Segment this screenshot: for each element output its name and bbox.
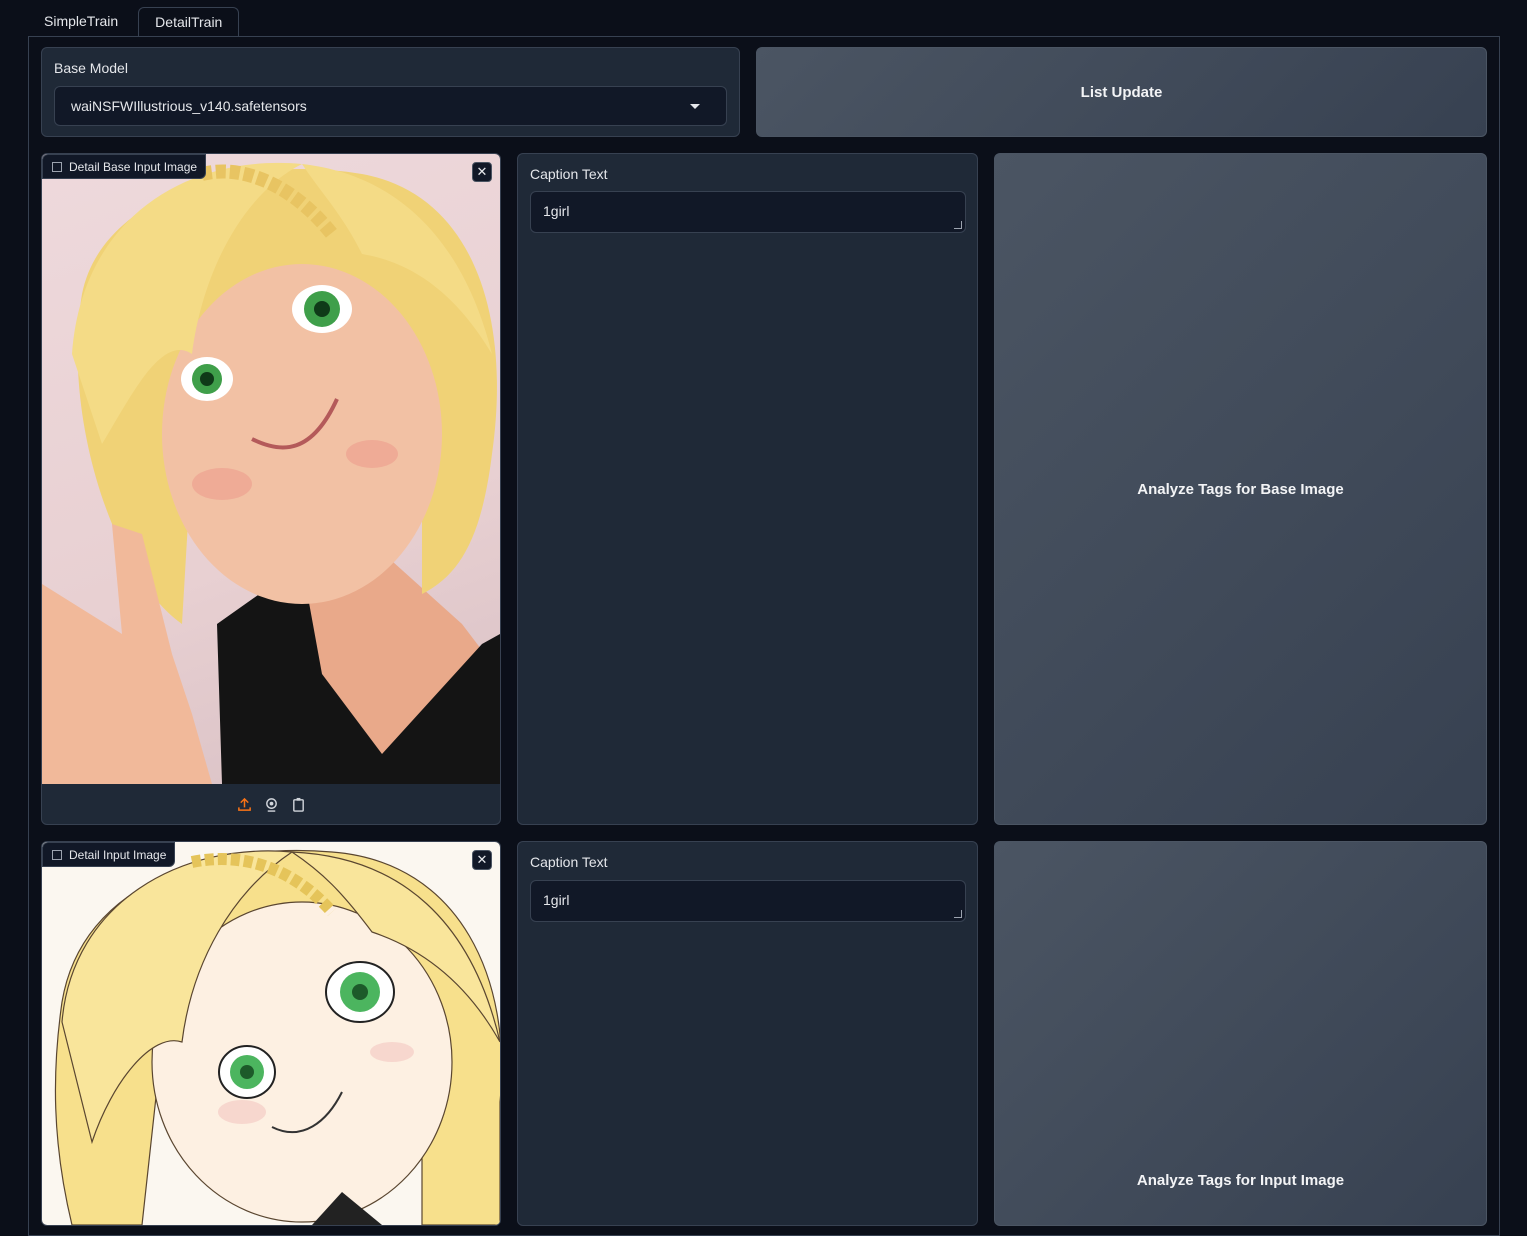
base-image-toolbar <box>42 784 500 824</box>
clipboard-icon[interactable] <box>291 797 306 812</box>
upload-icon[interactable] <box>237 797 252 812</box>
base-model-dropdown[interactable]: waiNSFWIllustrious_v140.safetensors <box>54 86 727 126</box>
resize-handle-icon[interactable] <box>954 221 962 229</box>
webcam-icon[interactable] <box>264 797 279 812</box>
input-caption-textarea[interactable]: 1girl <box>530 880 966 922</box>
base-image-close-button[interactable]: ✕ <box>472 162 492 182</box>
base-model-label: Base Model <box>54 60 128 76</box>
image-icon <box>52 162 62 172</box>
input-image-label: Detail Input Image <box>42 842 176 867</box>
analyze-input-image-label: Analyze Tags for Input Image <box>1136 1172 1345 1189</box>
chevron-down-icon <box>690 104 700 109</box>
resize-handle-icon[interactable] <box>954 910 962 918</box>
anime-girl-illustration <box>42 162 500 784</box>
base-model-value: waiNSFWIllustrious_v140.safetensors <box>71 98 307 114</box>
input-image-close-button[interactable]: ✕ <box>472 850 492 870</box>
anime-girl-sketch-illustration <box>54 849 500 1225</box>
base-image-label: Detail Base Input Image <box>42 154 207 179</box>
image-icon <box>52 850 62 860</box>
tab-simpletrain[interactable]: SimpleTrain <box>28 7 134 36</box>
base-image-preview <box>42 154 500 784</box>
input-image-preview <box>42 842 500 1225</box>
analyze-input-image-button[interactable]: Analyze Tags for Input Image <box>994 841 1487 1226</box>
tab-detailtrain[interactable]: DetailTrain <box>138 7 240 37</box>
input-caption-block: Caption Text 1girl <box>517 841 978 1226</box>
input-caption-value: 1girl <box>543 892 570 908</box>
input-image-block: Detail Input Image ✕ <box>41 841 501 1226</box>
base-model-block: Base Model waiNSFWIllustrious_v140.safet… <box>41 47 740 137</box>
list-update-button[interactable]: List Update <box>756 47 1487 137</box>
input-caption-label: Caption Text <box>530 854 608 870</box>
base-caption-textarea[interactable]: 1girl <box>530 191 966 233</box>
base-caption-value: 1girl <box>543 203 570 219</box>
base-caption-block: Caption Text 1girl <box>517 153 978 825</box>
tab-bar: SimpleTrain DetailTrain <box>28 7 240 37</box>
base-caption-label: Caption Text <box>530 166 608 182</box>
analyze-base-image-button[interactable]: Analyze Tags for Base Image <box>994 153 1487 825</box>
base-image-block: Detail Base Input Image ✕ <box>41 153 501 825</box>
